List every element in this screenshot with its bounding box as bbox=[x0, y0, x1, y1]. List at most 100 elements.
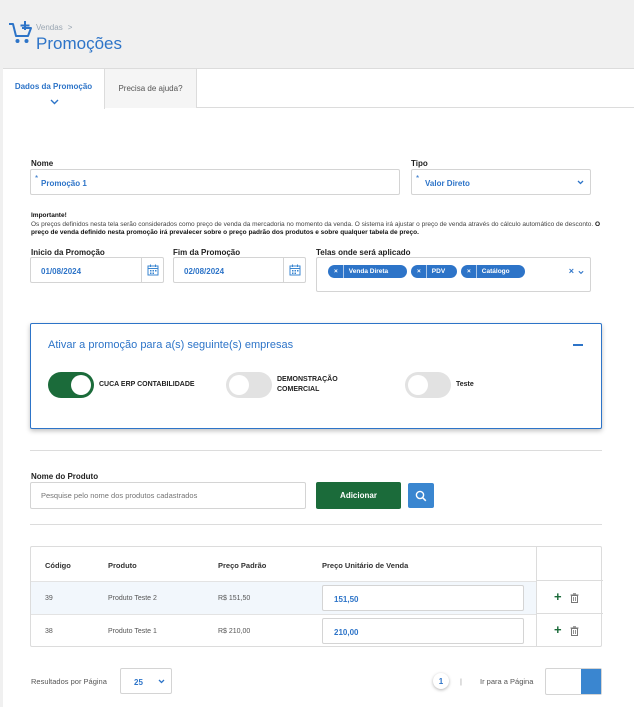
chevron-down-icon bbox=[158, 679, 165, 684]
breadcrumb-separator: > bbox=[67, 23, 73, 32]
cell-preco-padrao: R$ 210,00 bbox=[218, 628, 251, 635]
fim-label: Fim da Promoção bbox=[173, 248, 241, 257]
cell-produto: Produto Teste 2 bbox=[108, 595, 157, 602]
chip-label: Catálogo bbox=[481, 268, 510, 275]
collapse-icon[interactable] bbox=[573, 344, 583, 346]
table-row: 39 Produto Teste 2 R$ 151,50 151,50 bbox=[31, 581, 536, 614]
chip-venda-direta[interactable]: × Venda Direta bbox=[328, 265, 407, 278]
trash-icon[interactable] bbox=[570, 626, 579, 636]
chip-catalogo[interactable]: × Catálogo bbox=[461, 265, 525, 278]
col-header-produto: Produto bbox=[108, 561, 137, 570]
inicio-label: Inicio da Promoção bbox=[31, 248, 105, 257]
nome-label: Nome bbox=[31, 159, 54, 168]
chip-label: Venda Direta bbox=[348, 268, 389, 275]
page-title: Promoções bbox=[36, 34, 122, 53]
chevron-down-icon bbox=[577, 180, 584, 185]
calendar-icon[interactable] bbox=[141, 258, 163, 282]
toggle-cuca-erp[interactable] bbox=[48, 372, 94, 398]
nome-input[interactable]: * Promoção 1 bbox=[30, 169, 400, 195]
chip-divider bbox=[475, 265, 477, 278]
toggle-demonstracao[interactable] bbox=[226, 372, 272, 398]
tipo-select[interactable]: * Valor Direto bbox=[411, 169, 591, 195]
empresas-panel: Ativar a promoção para a(s) seguinte(s) … bbox=[30, 323, 602, 429]
calendar-icon[interactable] bbox=[283, 258, 305, 282]
toggle-knob bbox=[229, 375, 249, 395]
tab-dados-da-promocao[interactable]: Dados da Promoção bbox=[3, 69, 105, 109]
col-header-codigo: Código bbox=[45, 561, 71, 570]
divider bbox=[30, 450, 602, 451]
produto-label: Nome do Produto bbox=[31, 472, 99, 481]
add-icon[interactable]: + bbox=[554, 590, 562, 603]
row-actions: + bbox=[537, 613, 603, 646]
important-title: Importante! bbox=[31, 212, 67, 219]
required-mark: * bbox=[35, 174, 39, 183]
important-note: Importante! Os preços definidos nesta te… bbox=[31, 212, 611, 238]
preco-venda-value: 151,50 bbox=[334, 595, 359, 604]
row-actions: + bbox=[537, 580, 603, 613]
col-header-preco-venda: Preço Unitário de Venda bbox=[322, 561, 409, 570]
chevron-down-icon[interactable] bbox=[578, 270, 584, 275]
actions-column: + + bbox=[536, 547, 603, 646]
tipo-label: Tipo bbox=[411, 159, 428, 168]
goto-page-button[interactable] bbox=[581, 669, 601, 694]
tab-label: Dados da Promoção bbox=[14, 81, 93, 91]
tab-precisa-de-ajuda[interactable]: Precisa de ajuda? bbox=[105, 69, 197, 108]
per-page-value: 25 bbox=[134, 678, 143, 687]
page-header: Vendas > Promoções bbox=[0, 0, 634, 68]
breadcrumb-vendas[interactable]: Vendas bbox=[36, 23, 63, 32]
tipo-value: Valor Direto bbox=[425, 179, 470, 188]
toggle-teste[interactable] bbox=[405, 372, 451, 398]
trash-icon[interactable] bbox=[570, 593, 579, 603]
produto-search-input[interactable] bbox=[30, 482, 306, 509]
fim-value: 02/08/2024 bbox=[184, 267, 225, 276]
goto-page-input[interactable] bbox=[545, 668, 602, 695]
important-text: Os preços definidos nesta tela serão con… bbox=[31, 220, 594, 228]
page-1-button[interactable]: 1 bbox=[433, 673, 449, 689]
chip-remove-icon[interactable]: × bbox=[417, 268, 421, 275]
chevron-down-icon bbox=[50, 99, 59, 105]
cart-plus-icon bbox=[9, 21, 32, 43]
inicio-date-input[interactable]: 01/08/2024 bbox=[30, 257, 164, 283]
telas-label: Telas onde será aplicado bbox=[316, 248, 411, 257]
preco-venda-value: 210,00 bbox=[334, 628, 359, 637]
promotion-card: Dados da Promoção Precisa de ajuda? Nome… bbox=[3, 68, 634, 707]
toggle-knob bbox=[71, 375, 91, 395]
divider bbox=[30, 524, 602, 525]
chip-divider bbox=[425, 265, 427, 278]
empresa-label: Teste bbox=[456, 380, 474, 390]
empresas-title: Ativar a promoção para a(s) seguinte(s) … bbox=[48, 339, 294, 351]
clear-icon[interactable]: × bbox=[569, 266, 574, 276]
search-icon bbox=[415, 490, 427, 501]
chip-remove-icon[interactable]: × bbox=[467, 268, 471, 275]
chip-pdv[interactable]: × PDV bbox=[411, 265, 457, 278]
col-header-preco-padrao: Preço Padrão bbox=[218, 561, 267, 570]
cell-codigo: 38 bbox=[45, 628, 53, 635]
page-separator: | bbox=[460, 677, 462, 686]
breadcrumb: Vendas > bbox=[36, 23, 72, 32]
empresa-label-line1: Teste bbox=[456, 381, 474, 388]
nome-value: Promoção 1 bbox=[41, 179, 87, 188]
required-mark: * bbox=[416, 174, 420, 183]
chip-remove-icon[interactable]: × bbox=[334, 268, 338, 275]
cell-produto: Produto Teste 1 bbox=[108, 628, 157, 635]
chip-label: PDV bbox=[431, 268, 446, 275]
per-page-select[interactable]: 25 bbox=[120, 668, 172, 694]
adicionar-button[interactable]: Adicionar bbox=[316, 482, 401, 509]
preco-venda-input[interactable]: 151,50 bbox=[322, 585, 524, 611]
fim-date-input[interactable]: 02/08/2024 bbox=[173, 257, 306, 283]
preco-venda-input[interactable]: 210,00 bbox=[322, 618, 524, 644]
empresa-label-line1: DEMONSTRAÇÃO bbox=[277, 376, 338, 383]
per-page-label: Resultados por Página bbox=[31, 677, 107, 686]
empresa-label: CUCA ERP CONTABILIDADE bbox=[99, 380, 195, 390]
tab-bar: Dados da Promoção Precisa de ajuda? bbox=[3, 69, 634, 109]
inicio-value: 01/08/2024 bbox=[41, 267, 82, 276]
search-button[interactable] bbox=[408, 483, 434, 508]
products-table: Código Produto Preço Padrão Preço Unitár… bbox=[30, 546, 603, 647]
empresa-label-line2: COMERCIAL bbox=[277, 386, 320, 393]
add-icon[interactable]: + bbox=[554, 623, 562, 636]
empresa-label-line1: CUCA ERP CONTABILIDADE bbox=[99, 381, 195, 388]
tab-label: Precisa de ajuda? bbox=[118, 84, 183, 93]
empresa-label: DEMONSTRAÇÃO COMERCIAL bbox=[277, 375, 338, 395]
chip-divider bbox=[342, 265, 344, 278]
cell-preco-padrao: R$ 151,50 bbox=[218, 595, 251, 602]
